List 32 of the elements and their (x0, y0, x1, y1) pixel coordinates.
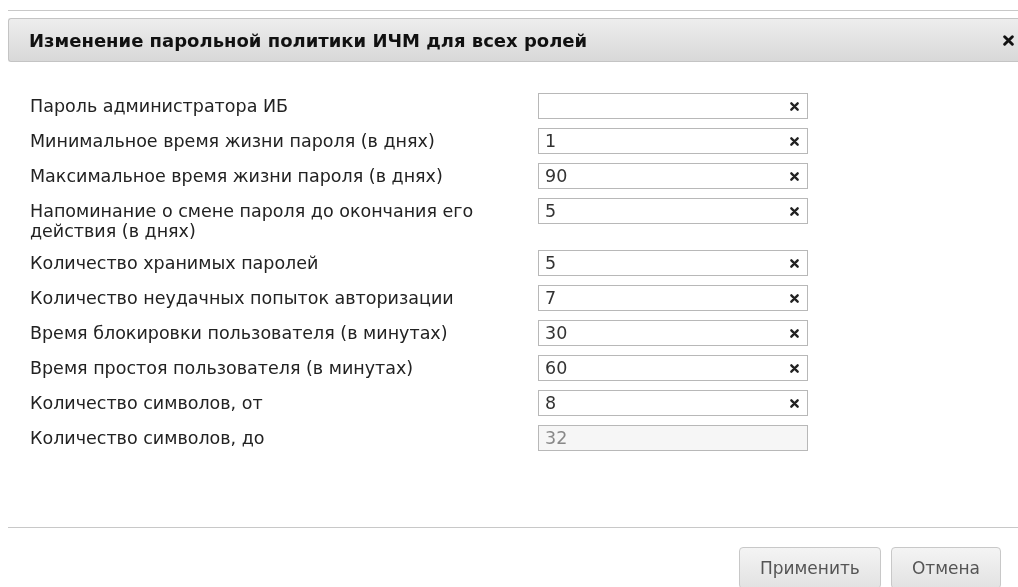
input-field[interactable]: 90 (538, 163, 808, 189)
clear-icon[interactable] (790, 293, 799, 303)
input-field[interactable]: 30 (538, 320, 808, 346)
clear-icon[interactable] (790, 136, 799, 146)
dialog-button[interactable]: Отмена (890, 547, 1001, 587)
input-field[interactable]: 5 (538, 250, 808, 276)
input-field[interactable]: 8 (538, 390, 808, 416)
clear-icon[interactable] (790, 101, 799, 111)
field-label: Максимальное время жизни пароля (в днях) (30, 165, 444, 186)
field-label: Количество символов, до (30, 427, 266, 448)
input-field[interactable]: 60 (538, 355, 808, 381)
field-label: Количество символов, от (30, 392, 264, 413)
field-label: Количество хранимых паролей (30, 252, 320, 273)
dialog-title: Изменение парольной политики ИЧМ для всех ролей (29, 29, 588, 51)
clear-icon[interactable] (790, 363, 799, 373)
input-field[interactable]: 7 (538, 285, 808, 311)
dialog-button[interactable]: Применить (738, 547, 881, 587)
input-field[interactable]: 1 (538, 128, 808, 154)
field-label: Напоминание о смене пароля до окончания его действия (в днях) (30, 200, 475, 241)
clear-icon[interactable] (790, 206, 799, 216)
field-label: Минимальное время жизни пароля (в днях) (30, 130, 436, 151)
field-label: Время блокировки пользователя (в минутах) (30, 322, 449, 343)
field-label: Время простоя пользователя (в минутах) (30, 357, 415, 378)
clear-icon[interactable] (790, 171, 799, 181)
clear-icon[interactable] (790, 258, 799, 268)
close-icon[interactable] (1003, 34, 1014, 46)
field-label: Пароль администратора ИБ (30, 95, 289, 116)
clear-icon[interactable] (790, 328, 799, 338)
clear-icon[interactable] (790, 398, 799, 408)
field-label: Количество неудачных попыток авторизации (30, 287, 455, 308)
input-field[interactable]: 5 (538, 198, 808, 224)
input-field[interactable] (538, 93, 808, 119)
